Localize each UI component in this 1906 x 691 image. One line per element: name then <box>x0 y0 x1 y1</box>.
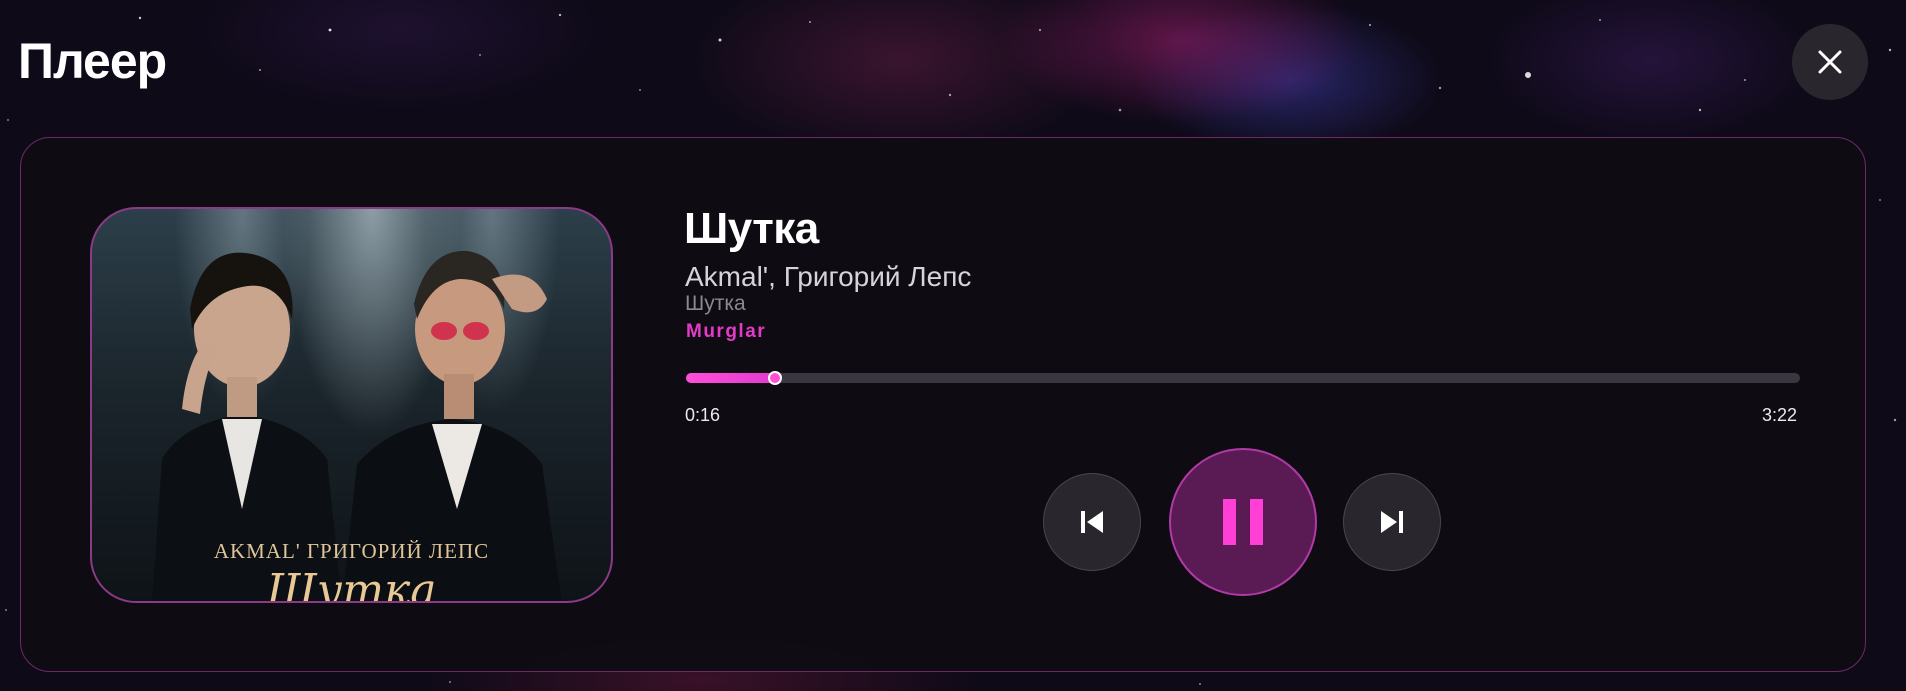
close-icon <box>1818 50 1842 74</box>
close-button[interactable] <box>1792 24 1868 100</box>
page-title: Плеер <box>18 33 167 89</box>
skip-next-icon <box>1381 511 1403 533</box>
previous-track-button[interactable] <box>1043 473 1141 571</box>
pause-icon <box>1223 499 1263 545</box>
track-artists: Akmal', Григорий Лепс <box>685 261 972 292</box>
progress-thumb[interactable] <box>768 371 783 385</box>
cover-title-text: Шутка <box>266 565 437 603</box>
album-cover: AKMAL' ГРИГОРИЙ ЛЕПС Шутка <box>90 207 613 603</box>
track-source: Murglar <box>686 321 767 342</box>
total-time: 3:22 <box>1762 405 1798 425</box>
current-time: 0:16 <box>685 405 721 425</box>
progress-bar[interactable] <box>686 371 1800 385</box>
skip-previous-icon <box>1081 511 1103 533</box>
progress-fill <box>686 373 776 383</box>
play-pause-button[interactable] <box>1169 448 1317 596</box>
next-track-button[interactable] <box>1343 473 1441 571</box>
track-album: Шутка <box>685 292 746 315</box>
track-title: Шутка <box>684 204 819 253</box>
player-panel: AKMAL' ГРИГОРИЙ ЛЕПС Шутка Шутка Akmal',… <box>20 137 1866 672</box>
cover-artists-text: AKMAL' ГРИГОРИЙ ЛЕПС <box>213 539 490 563</box>
